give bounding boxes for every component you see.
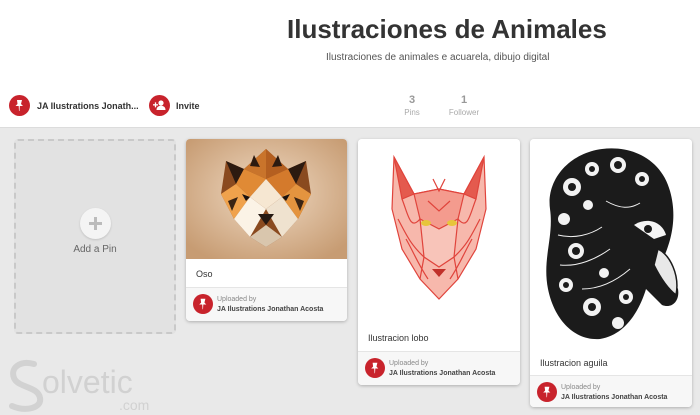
pin-icon	[365, 358, 385, 378]
pins-count-stat[interactable]: 3 Pins	[387, 94, 437, 117]
board-owner-link[interactable]: JA Ilustrations Jonath...	[9, 95, 139, 116]
board-title: Ilustraciones de Animales	[287, 14, 607, 44]
uploader-name: JA Ilustrations Jonathan Acosta	[217, 306, 324, 313]
pin-card[interactable]: Ilustracion lobo Uploaded by JA Ilustrat…	[358, 139, 520, 385]
board-owner-name: JA Ilustrations Jonath...	[37, 100, 139, 111]
pin-icon	[193, 294, 213, 314]
followers-count: 1	[460, 94, 468, 106]
pin-image-oso	[186, 139, 347, 259]
add-pin-card[interactable]: Add a Pin	[14, 139, 176, 334]
pin-icon	[9, 95, 30, 116]
invite-button[interactable]: Invite	[149, 95, 200, 116]
pin-uploader[interactable]: Uploaded by JA Ilustrations Jonathan Aco…	[358, 351, 520, 385]
uploader-name: JA Ilustrations Jonathan Acosta	[561, 394, 668, 401]
pin-card[interactable]: Ilustracion aguila Uploaded by JA Ilustr…	[530, 139, 692, 407]
pin-icon	[537, 382, 557, 402]
watermark-suffix: .com	[119, 397, 150, 413]
followers-count-label: Follower	[448, 108, 480, 117]
pin-description: Ilustracion aguila	[540, 358, 608, 368]
pin-description: Ilustracion lobo	[368, 333, 429, 343]
uploaded-by-label: Uploaded by	[389, 360, 429, 367]
pin-description: Oso	[196, 269, 213, 279]
board-header: Ilustraciones de Animales Ilustraciones …	[0, 0, 700, 128]
uploaded-by-label: Uploaded by	[217, 296, 257, 303]
uploader-name: JA Ilustrations Jonathan Acosta	[389, 370, 496, 377]
watermark-text: olvetic	[42, 364, 133, 400]
add-person-icon	[149, 95, 170, 116]
board-description: Ilustraciones de animales e acuarela, di…	[326, 52, 550, 63]
pins-count: 3	[408, 94, 416, 106]
add-pin-label: Add a Pin	[73, 244, 117, 255]
uploaded-by-label: Uploaded by	[561, 384, 601, 391]
invite-label: Invite	[176, 100, 200, 111]
pin-image-lobo	[358, 139, 520, 319]
followers-count-stat[interactable]: 1 Follower	[439, 94, 489, 117]
pin-card[interactable]: Oso Uploaded by JA Ilustrations Jonathan…	[186, 139, 347, 321]
pin-uploader[interactable]: Uploaded by JA Ilustrations Jonathan Aco…	[186, 287, 347, 321]
pins-count-label: Pins	[404, 108, 420, 117]
plus-icon	[80, 208, 111, 239]
pin-uploader[interactable]: Uploaded by JA Ilustrations Jonathan Aco…	[530, 375, 692, 407]
pin-image-aguila	[530, 139, 692, 347]
